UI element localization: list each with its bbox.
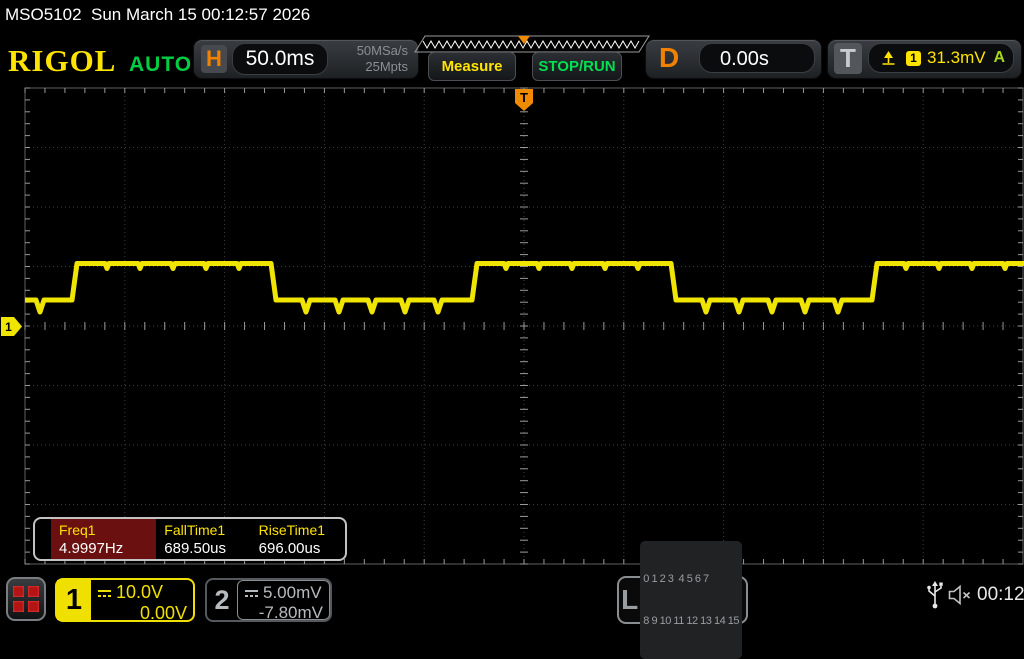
memory-position-bar[interactable] xyxy=(413,35,651,53)
sample-info: 50MSa/s 25Mpts xyxy=(357,43,408,75)
dc-coupling-icon xyxy=(97,588,112,598)
measurement-risetime1[interactable]: RiseTime1 696.00us xyxy=(251,519,345,559)
channel-1-marker[interactable]: 1 xyxy=(1,317,22,336)
channel-1-offset: 0.00V xyxy=(97,603,187,624)
measurement-box: Freq1 4.9997Hz FallTime1 689.50us RiseTi… xyxy=(33,517,347,561)
header-bar: RIGOL AUTO H 50.0ms 50MSa/s 25Mpts Measu… xyxy=(0,31,1024,85)
trigger-mode: A xyxy=(993,49,1005,67)
svg-text:1: 1 xyxy=(5,320,12,334)
channel-1-number: 1 xyxy=(57,580,91,620)
logic-channels-box[interactable]: L 0 1 2 3 4 5 6 7 8 9 10 11 12 13 14 15 xyxy=(617,576,748,624)
bottom-bar: 1 10.0V 0.00V 2 5.00mV -7.80mV xyxy=(0,567,1024,630)
svg-text:T: T xyxy=(520,90,528,105)
measurement-value: 696.00us xyxy=(259,539,345,558)
delay-menu[interactable]: D 0.00s xyxy=(645,39,822,79)
channel-2-box[interactable]: 2 5.00mV -7.80mV xyxy=(205,578,332,622)
usb-icon xyxy=(926,580,944,610)
rigol-logo: RIGOL xyxy=(8,43,116,79)
trigger-source-badge: 1 xyxy=(906,51,921,66)
measurement-label: RiseTime1 xyxy=(259,522,345,539)
timebase-value[interactable]: 50.0ms xyxy=(232,43,328,75)
measurement-label: Freq1 xyxy=(59,522,156,539)
measurement-value: 4.9997Hz xyxy=(59,539,156,558)
measurement-falltime1[interactable]: FallTime1 689.50us xyxy=(156,519,250,559)
trigger-panel[interactable]: 1 31.3mV A xyxy=(868,43,1014,73)
window-title: MSO5102 Sun March 15 00:12:57 2026 xyxy=(0,0,1024,30)
logic-label: L xyxy=(619,584,640,616)
dc-coupling-icon xyxy=(244,588,259,598)
measurement-freq1[interactable]: Freq1 4.9997Hz xyxy=(51,519,156,559)
measurement-label: FallTime1 xyxy=(164,522,250,539)
menu-grid-icon[interactable] xyxy=(6,577,46,621)
horizontal-menu[interactable]: H 50.0ms 50MSa/s 25Mpts xyxy=(193,39,419,79)
channel-2-offset: -7.80mV xyxy=(244,603,323,623)
memory-waveform-preview xyxy=(423,41,639,48)
measure-button[interactable]: Measure xyxy=(428,52,516,81)
channel-2-number: 2 xyxy=(207,580,237,620)
channel-1-box[interactable]: 1 10.0V 0.00V xyxy=(55,578,195,622)
channel-2-scale: 5.00mV xyxy=(263,583,322,603)
graticule xyxy=(25,88,1023,564)
trigger-position-marker[interactable]: T xyxy=(515,89,533,111)
clock: 00:12 xyxy=(977,584,1024,606)
memory-depth: 25Mpts xyxy=(357,59,408,75)
trigger-menu[interactable]: T 1 31.3mV A xyxy=(827,39,1022,79)
logic-channel-numbers: 0 1 2 3 4 5 6 7 8 9 10 11 12 13 14 15 xyxy=(640,541,742,659)
acquisition-status: AUTO xyxy=(129,53,192,77)
rising-edge-icon xyxy=(881,50,896,66)
delay-label: D xyxy=(659,42,679,74)
trigger-level: 31.3mV xyxy=(927,48,986,68)
channel-1-scale: 10.0V xyxy=(116,582,163,603)
sample-rate: 50MSa/s xyxy=(357,43,408,59)
trigger-label: T xyxy=(834,43,862,74)
horizontal-label: H xyxy=(201,45,227,73)
stop-run-button[interactable]: STOP/RUN xyxy=(532,52,622,81)
sound-muted-icon[interactable] xyxy=(948,585,974,605)
delay-value[interactable]: 0.00s xyxy=(699,43,815,73)
measurement-value: 689.50us xyxy=(164,539,250,558)
